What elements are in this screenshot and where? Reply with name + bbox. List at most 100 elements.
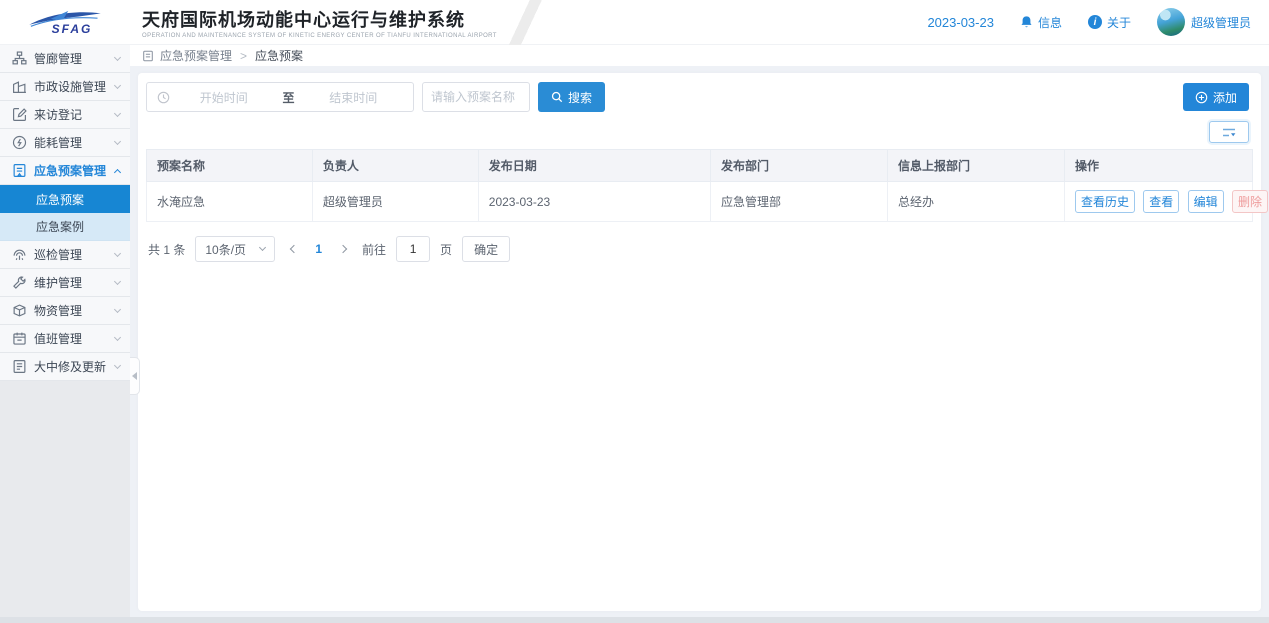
col-plan-name: 预案名称 <box>147 150 313 182</box>
filter-columns-icon <box>1221 127 1237 138</box>
footer-strip <box>0 617 1269 623</box>
overhaul-icon <box>12 359 27 374</box>
chevron-down-icon <box>114 53 121 60</box>
facility-icon <box>12 79 27 94</box>
col-publish-dept: 发布部门 <box>711 150 888 182</box>
chevron-down-icon <box>114 305 121 312</box>
chevron-down-icon <box>114 277 121 284</box>
breadcrumb-parent[interactable]: 应急预案管理 <box>160 47 232 64</box>
confirm-button[interactable]: 确定 <box>462 236 510 262</box>
chevron-up-icon <box>114 168 121 175</box>
page-unit-label: 页 <box>440 241 452 258</box>
breadcrumb-current: 应急预案 <box>255 47 303 64</box>
cell-report-dept: 总经办 <box>887 182 1064 222</box>
logo-text: SFAG <box>52 22 93 36</box>
table-tools <box>146 112 1253 149</box>
col-owner: 负责人 <box>312 150 478 182</box>
sidebar-item-label: 物资管理 <box>34 302 115 319</box>
search-button-label: 搜索 <box>568 89 592 106</box>
chevron-right-icon <box>339 245 347 253</box>
sidebar-item-label: 维护管理 <box>34 274 115 291</box>
logo[interactable]: SFAG <box>0 9 130 36</box>
app-header: SFAG 天府国际机场动能中心运行与维护系统 OPERATION AND MAI… <box>0 0 1269 45</box>
avatar <box>1157 8 1185 36</box>
cell-publish-dept: 应急管理部 <box>711 182 888 222</box>
username: 超级管理员 <box>1191 14 1251 31</box>
about-label: 关于 <box>1107 14 1131 31</box>
supplies-icon <box>12 303 27 318</box>
sidebar-item-label: 巡检管理 <box>34 246 115 263</box>
sidebar-item-overhaul[interactable]: 大中修及更新 <box>0 353 130 381</box>
energy-icon <box>12 135 27 150</box>
column-settings-button[interactable] <box>1209 121 1249 143</box>
sidebar-item-pipe-gallery[interactable]: 管廊管理 <box>0 45 130 73</box>
sidebar-item-label: 来访登记 <box>34 106 115 123</box>
plan-name-input[interactable] <box>422 82 530 112</box>
inspection-icon <box>12 247 27 262</box>
table-row[interactable]: 水淹应急 超级管理员 2023-03-23 应急管理部 总经办 查看历史 查看 … <box>147 182 1253 222</box>
chevron-down-icon <box>114 137 121 144</box>
page-size-select[interactable]: 10条/页 <box>195 236 275 262</box>
chevron-down-icon <box>114 333 121 340</box>
start-time-placeholder[interactable]: 开始时间 <box>174 89 274 106</box>
collapse-arrow-icon <box>132 372 137 380</box>
prev-page-button[interactable] <box>285 240 303 258</box>
pagination: 共 1 条 10条/页 1 前往 <box>146 222 1253 262</box>
table-header-row: 预案名称 负责人 发布日期 发布部门 信息上报部门 操作 <box>147 150 1253 182</box>
col-publish-date: 发布日期 <box>478 150 710 182</box>
plus-circle-icon <box>1195 91 1208 104</box>
search-button[interactable]: 搜索 <box>538 82 605 112</box>
sidebar-subitem-emergency-case[interactable]: 应急案例 <box>0 213 130 241</box>
content-card: 开始时间 至 结束时间 搜索 <box>138 73 1261 611</box>
date-range-to-label: 至 <box>274 89 304 106</box>
view-button[interactable]: 查看 <box>1143 190 1179 213</box>
sidebar-item-supplies[interactable]: 物资管理 <box>0 297 130 325</box>
cell-actions: 查看历史 查看 编辑 删除 <box>1064 182 1252 222</box>
register-icon <box>12 107 27 122</box>
col-report-dept: 信息上报部门 <box>887 150 1064 182</box>
sidebar-item-label: 应急预案管理 <box>34 162 115 179</box>
chevron-down-icon <box>114 81 121 88</box>
delete-button[interactable]: 删除 <box>1232 190 1268 213</box>
sidebar-item-maintenance[interactable]: 维护管理 <box>0 269 130 297</box>
maintenance-icon <box>12 275 27 290</box>
breadcrumb-doc-icon <box>142 50 154 62</box>
user-menu[interactable]: 超级管理员 <box>1157 8 1251 36</box>
notifications-label: 信息 <box>1038 14 1062 31</box>
main-area: 应急预案管理 > 应急预案 开始时间 至 <box>130 45 1269 623</box>
sidebar-item-visitor-registration[interactable]: 来访登记 <box>0 101 130 129</box>
filter-row: 开始时间 至 结束时间 搜索 <box>146 82 1253 112</box>
page-content: 开始时间 至 结束时间 搜索 <box>130 66 1269 623</box>
date-range-picker[interactable]: 开始时间 至 结束时间 <box>146 82 414 112</box>
app-subtitle: OPERATION AND MAINTENANCE SYSTEM OF KINE… <box>142 33 497 39</box>
sidebar-item-inspection[interactable]: 巡检管理 <box>0 241 130 269</box>
sidebar-item-municipal-facilities[interactable]: 市政设施管理 <box>0 73 130 101</box>
bell-icon <box>1020 15 1033 29</box>
view-history-button[interactable]: 查看历史 <box>1075 190 1135 213</box>
edit-button[interactable]: 编辑 <box>1188 190 1224 213</box>
breadcrumb: 应急预案管理 > 应急预案 <box>130 45 1269 66</box>
notifications-link[interactable]: 信息 <box>1020 14 1062 31</box>
info-icon: i <box>1088 15 1102 29</box>
chevron-down-icon <box>114 249 121 256</box>
end-time-placeholder[interactable]: 结束时间 <box>304 89 404 106</box>
goto-label: 前往 <box>362 241 386 258</box>
sidebar-item-label: 大中修及更新 <box>34 358 115 375</box>
goto-page-input[interactable] <box>396 236 430 262</box>
clock-icon <box>157 91 170 104</box>
sidebar-item-emergency-plan-mgmt[interactable]: 应急预案管理 <box>0 157 130 185</box>
sidebar-collapse-handle[interactable] <box>130 357 140 395</box>
sidebar-item-duty[interactable]: 值班管理 <box>0 325 130 353</box>
sidebar-item-energy[interactable]: 能耗管理 <box>0 129 130 157</box>
title-block: 天府国际机场动能中心运行与维护系统 OPERATION AND MAINTENA… <box>142 6 497 39</box>
current-page[interactable]: 1 <box>313 242 324 256</box>
add-button[interactable]: 添加 <box>1183 83 1249 111</box>
about-link[interactable]: i 关于 <box>1088 14 1131 31</box>
chevron-left-icon <box>290 245 298 253</box>
plans-table: 预案名称 负责人 发布日期 发布部门 信息上报部门 操作 水淹应急 <box>146 149 1253 222</box>
next-page-button[interactable] <box>334 240 352 258</box>
sidebar-subitem-emergency-plan[interactable]: 应急预案 <box>0 185 130 213</box>
sidebar-item-label: 市政设施管理 <box>34 78 115 95</box>
sidebar-item-label: 能耗管理 <box>34 134 115 151</box>
app-window: SFAG 天府国际机场动能中心运行与维护系统 OPERATION AND MAI… <box>0 0 1269 623</box>
